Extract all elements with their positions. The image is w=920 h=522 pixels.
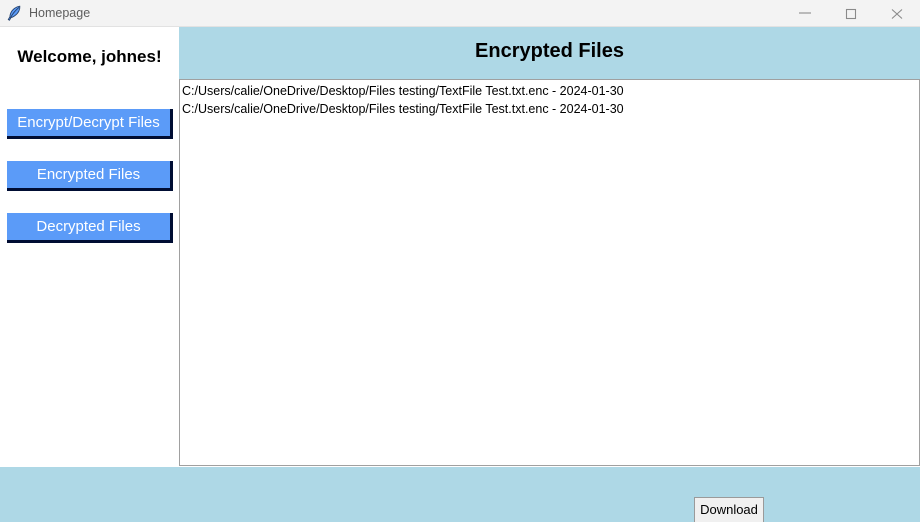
- application-window: Homepage Welcome, johnes! Encrypt/Decryp…: [0, 0, 920, 522]
- maximize-icon[interactable]: [828, 0, 874, 26]
- encrypted-files-listbox[interactable]: C:/Users/calie/OneDrive/Desktop/Files te…: [179, 79, 920, 466]
- main-content: Encrypted Files C:/Users/calie/OneDrive/…: [0, 27, 920, 522]
- content-header: Encrypted Files: [179, 27, 920, 79]
- download-button[interactable]: Download: [694, 497, 764, 522]
- sidebar-item-decrypted-files[interactable]: Decrypted Files: [7, 213, 173, 243]
- title-bar: Homepage: [0, 0, 920, 27]
- close-icon[interactable]: [874, 0, 920, 26]
- page-title: Encrypted Files: [475, 40, 624, 62]
- sidebar: Welcome, johnes! Encrypt/Decrypt Files E…: [0, 27, 179, 522]
- list-item[interactable]: C:/Users/calie/OneDrive/Desktop/Files te…: [180, 82, 919, 100]
- feather-icon: [6, 4, 24, 22]
- sidebar-item-encrypt-decrypt-files[interactable]: Encrypt/Decrypt Files: [7, 109, 173, 139]
- window-title: Homepage: [29, 6, 91, 20]
- content-footer: [0, 467, 920, 522]
- list-item[interactable]: C:/Users/calie/OneDrive/Desktop/Files te…: [180, 100, 919, 118]
- sidebar-item-encrypted-files[interactable]: Encrypted Files: [7, 161, 173, 191]
- minimize-icon[interactable]: [782, 0, 828, 26]
- welcome-message: Welcome, johnes!: [17, 47, 162, 66]
